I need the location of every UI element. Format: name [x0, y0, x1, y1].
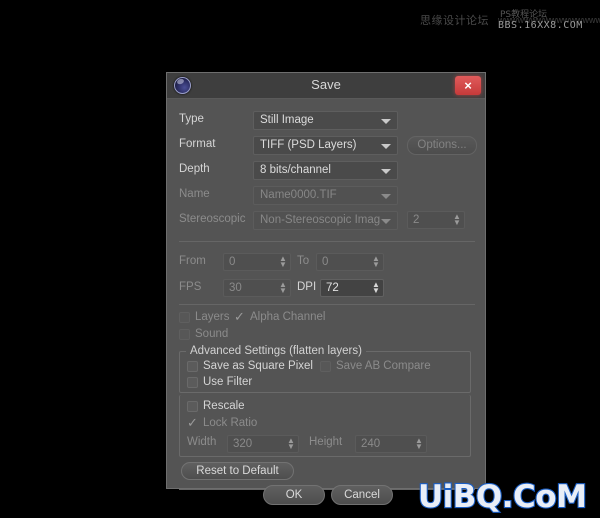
field-row-stereoscopic: Stereoscopic Non-Stereoscopic Imag 2 ▲ ▼	[179, 211, 475, 230]
stepper-icon[interactable]: ▲ ▼	[279, 281, 287, 295]
divider-3	[179, 489, 475, 490]
stepper-icon[interactable]: ▲ ▼	[372, 281, 380, 295]
rescale-group: Rescale ✓ Lock Ratio Width 320 ▲ ▼ Height…	[179, 395, 471, 457]
field-row-depth: Depth 8 bits/channel	[179, 161, 475, 180]
to-label: To	[297, 255, 310, 267]
height-value: 240	[361, 438, 381, 450]
type-dropdown[interactable]: Still Image	[253, 111, 398, 130]
checkbox-use-filter-label: Use Filter	[203, 376, 253, 388]
dpi-field[interactable]: 72 ▲ ▼	[320, 279, 384, 297]
ok-button[interactable]: OK	[263, 485, 325, 505]
checkbox-save-ab-compare-label: Save AB Compare	[336, 360, 431, 372]
stepper-icon[interactable]: ▲ ▼	[415, 437, 423, 451]
stepper-icon[interactable]: ▲ ▼	[372, 255, 380, 269]
watermark-ps-forum-cn: PS教程论坛	[500, 10, 548, 20]
watermark-bbs-url: BBS.16XX8.COM	[498, 20, 583, 31]
checkbox-box	[187, 377, 198, 388]
field-row-format: Format TIFF (PSD Layers) Options...	[179, 136, 477, 155]
field-row-name: Name Name0000.TIF	[179, 186, 475, 205]
stepper-icon[interactable]: ▲ ▼	[453, 213, 461, 227]
cancel-button[interactable]: Cancel	[331, 485, 393, 505]
stereoscopic-count-field[interactable]: 2 ▲ ▼	[407, 211, 465, 229]
depth-label: Depth	[179, 163, 210, 175]
width-field[interactable]: 320 ▲ ▼	[227, 435, 299, 453]
check-icon: ✓	[187, 415, 198, 430]
watermark-top: 思缘设计论坛 wwwwwwwwwwwwwwww PS教程论坛 BBS.16XX8…	[420, 6, 600, 36]
dialog-body: Type Still Image Format TIFF (PSD Layers…	[167, 99, 485, 505]
watermark-site-name-cn: 思缘设计论坛	[420, 14, 489, 27]
check-icon: ✓	[234, 309, 245, 324]
depth-value: 8 bits/channel	[260, 164, 331, 176]
chevron-down-icon	[381, 219, 391, 224]
watermark-dots: wwwwwwwwwwwwwwww	[498, 15, 600, 25]
field-row-width-height: Width 320 ▲ ▼ Height 240 ▲ ▼	[187, 435, 464, 453]
chevron-down-icon	[381, 119, 391, 124]
checkbox-box	[187, 401, 198, 412]
field-row-type: Type Still Image	[179, 111, 475, 130]
checkbox-rescale-label: Rescale	[203, 400, 245, 412]
width-value: 320	[233, 438, 253, 450]
reset-to-default-label: Reset to Default	[196, 465, 279, 477]
to-field[interactable]: 0 ▲ ▼	[316, 253, 384, 271]
checkbox-lock-ratio-label: Lock Ratio	[203, 417, 258, 429]
from-label: From	[179, 255, 206, 267]
format-label: Format	[179, 138, 216, 150]
field-row-fps-dpi: FPS 30 ▲ ▼ DPI 72 ▲ ▼	[179, 279, 475, 298]
from-value: 0	[229, 256, 236, 268]
advanced-settings-title: Advanced Settings (flatten layers)	[186, 345, 366, 357]
fps-value: 30	[229, 282, 242, 294]
type-label: Type	[179, 113, 204, 125]
stereoscopic-label: Stereoscopic	[179, 213, 246, 225]
to-value: 0	[322, 256, 329, 268]
cancel-button-label: Cancel	[344, 489, 380, 501]
dpi-value: 72	[326, 282, 339, 294]
stereoscopic-count-value: 2	[413, 214, 420, 226]
stereoscopic-dropdown[interactable]: Non-Stereoscopic Imag	[253, 211, 398, 230]
checkbox-box	[320, 361, 331, 372]
fps-label: FPS	[179, 281, 202, 293]
checkbox-alpha-channel-label: Alpha Channel	[250, 311, 326, 323]
checkbox-layers-label: Layers	[195, 311, 230, 323]
name-value: Name0000.TIF	[260, 189, 337, 201]
type-value: Still Image	[260, 114, 314, 126]
height-label: Height	[309, 436, 343, 448]
checkbox-sound-label: Sound	[195, 328, 229, 340]
advanced-settings-group: Advanced Settings (flatten layers) Save …	[179, 345, 471, 393]
save-dialog: Save × Type Still Image Format TIFF (PSD…	[166, 72, 486, 505]
fps-field[interactable]: 30 ▲ ▼	[223, 279, 291, 297]
chevron-down-icon	[381, 144, 391, 149]
close-icon: ×	[464, 78, 472, 93]
close-button[interactable]: ×	[455, 76, 481, 95]
reset-to-default-button[interactable]: Reset to Default	[181, 462, 294, 480]
checkbox-box	[179, 329, 190, 340]
chevron-down-icon	[381, 169, 391, 174]
name-dropdown[interactable]: Name0000.TIF	[253, 186, 398, 205]
divider-1	[179, 241, 475, 242]
dpi-label: DPI	[297, 281, 317, 293]
options-button[interactable]: Options...	[407, 136, 477, 155]
options-button-label: Options...	[417, 139, 467, 151]
dialog-titlebar[interactable]: Save ×	[167, 73, 485, 99]
stepper-icon[interactable]: ▲ ▼	[279, 255, 287, 269]
divider-2	[179, 304, 475, 305]
format-value: TIFF (PSD Layers)	[260, 139, 357, 151]
checkbox-box	[179, 312, 190, 323]
width-label: Width	[187, 436, 217, 448]
checkbox-save-as-square-pixel-label: Save as Square Pixel	[203, 360, 313, 372]
height-field[interactable]: 240 ▲ ▼	[355, 435, 427, 453]
ok-button-label: OK	[285, 489, 303, 501]
name-label: Name	[179, 188, 210, 200]
chevron-down-icon	[381, 194, 391, 199]
stereoscopic-value: Non-Stereoscopic Imag	[260, 214, 381, 226]
from-field[interactable]: 0 ▲ ▼	[223, 253, 291, 271]
format-dropdown[interactable]: TIFF (PSD Layers)	[253, 136, 398, 155]
field-row-from-to: From 0 ▲ ▼ To 0 ▲ ▼	[179, 253, 475, 272]
checkbox-box	[187, 361, 198, 372]
depth-dropdown[interactable]: 8 bits/channel	[253, 161, 398, 180]
dialog-title: Save	[311, 77, 341, 92]
stepper-icon[interactable]: ▲ ▼	[287, 437, 295, 451]
